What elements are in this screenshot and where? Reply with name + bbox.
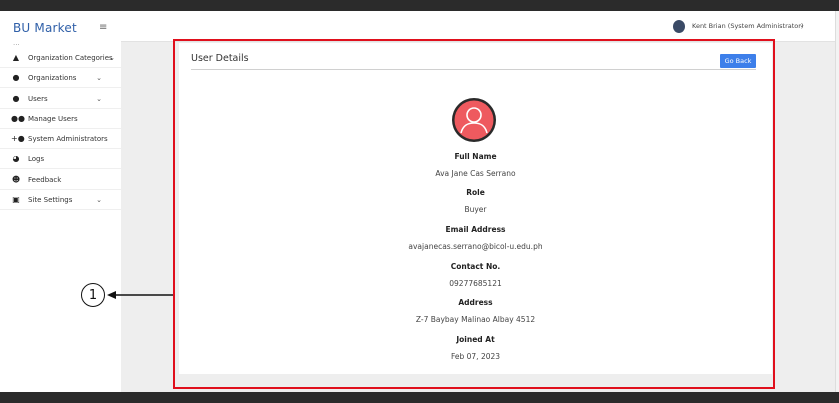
annotation-arrow [107,291,173,299]
window-bottom-bar [0,392,839,403]
annotation-number-badge: 1 [81,283,105,307]
